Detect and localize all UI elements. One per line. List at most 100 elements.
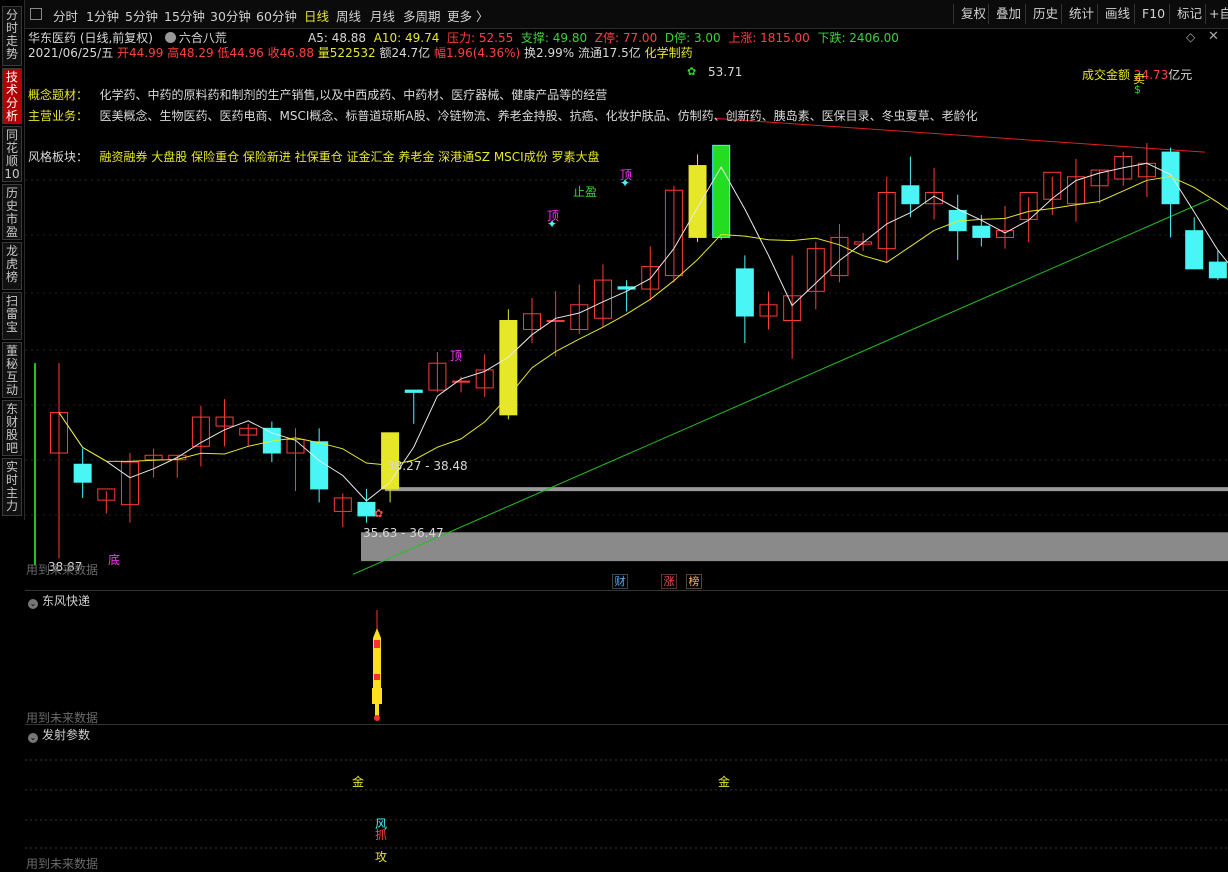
panel2-collapse-icon[interactable]: ⌄ — [28, 599, 38, 609]
event-finance-badge[interactable]: 财 — [612, 574, 628, 589]
d-stop-value: D停: 3.00 — [664, 31, 721, 45]
quote-row: 2021/06/25/五 开44.99 高48.29 低44.96 收46.88… — [28, 44, 693, 61]
a5-value: A5: 48.88 — [308, 31, 367, 45]
sidebar-tab-dragon-tiger[interactable]: 龙虎榜 — [2, 242, 22, 290]
quote-date: 2021/06/25/五 — [28, 46, 114, 60]
candle-body — [901, 185, 920, 205]
stock-title: 华东医药 (日线,前复权) — [28, 31, 153, 45]
candle-body — [546, 320, 565, 323]
event-limitup-badge[interactable]: 涨 — [661, 574, 677, 589]
candle-body — [499, 320, 518, 416]
business-label: 主营业务： — [28, 109, 89, 123]
sidebar-tab-technical[interactable]: 技术分析 — [2, 68, 22, 124]
signal-jin-2: 金 — [718, 775, 731, 789]
candle-body — [1208, 261, 1227, 279]
support-value: 支撑: 49.80 — [520, 31, 588, 45]
amount-unit: 亿元 — [1168, 68, 1193, 82]
amount-label: 成交金额 — [1082, 68, 1131, 82]
sidebar-tab-secretary[interactable]: 董秘互动 — [2, 342, 22, 398]
buy-signal-icon: ✿ — [374, 507, 383, 520]
period-more[interactable]: 更多 〉 — [447, 6, 488, 25]
candle-body — [452, 380, 471, 383]
event-dragon-badge[interactable]: 榜 — [686, 574, 702, 589]
period-1min[interactable]: 1分钟 — [86, 6, 119, 25]
sidebar-tab-main-force[interactable]: 实时主力 — [2, 458, 22, 516]
restore-rights-button[interactable]: 复权 — [953, 4, 993, 24]
trend-line-green — [352, 198, 1211, 575]
panel2-header[interactable]: ⌄ 东风快递 — [28, 592, 90, 609]
signal-gong: 攻 — [375, 850, 388, 864]
top-marker-1: 顶 — [547, 209, 560, 223]
resistance-value: 压力: 52.55 — [447, 31, 514, 45]
period-60min[interactable]: 60分钟 — [256, 6, 297, 25]
future-data-note-3: 用到未来数据 — [26, 857, 99, 871]
mark-button[interactable]: 标记 — [1169, 4, 1209, 24]
period-multi[interactable]: 多周期 — [403, 6, 441, 25]
period-intraday[interactable]: 分时 — [53, 6, 78, 25]
top-signal-icon: ✿ — [687, 65, 696, 78]
quote-float-cap: 流通17.5亿 — [578, 46, 641, 60]
left-sidebar: 分时走势 技术分析 同花顺10 历史市盈 龙虎榜 扫雷宝 董秘互动 东财股吧 实… — [0, 0, 25, 520]
close-icon[interactable]: ✕ — [1208, 29, 1219, 44]
period-monthly[interactable]: 月线 — [370, 6, 395, 25]
signal-zhua: 抓 — [375, 828, 388, 842]
period-5min[interactable]: 5分钟 — [125, 6, 158, 25]
z-stop-value: Z停: 77.00 — [594, 31, 658, 45]
strategy-name[interactable]: 六合八荒 — [179, 31, 227, 45]
candle-body — [73, 463, 92, 483]
overlay-button[interactable]: 叠加 — [988, 4, 1028, 24]
panel-separator-1 — [25, 590, 1228, 591]
quote-low: 低44.96 — [217, 46, 264, 60]
candle-body — [688, 165, 707, 238]
top-marker-2: 顶 — [620, 168, 633, 182]
period-15min[interactable]: 15分钟 — [164, 6, 205, 25]
period-daily[interactable]: 日线 — [304, 6, 329, 25]
sidebar-tab-guba[interactable]: 东财股吧 — [2, 400, 22, 456]
quote-close: 收46.88 — [267, 46, 314, 60]
resistance-zone — [385, 487, 1228, 492]
panel-separator-2 — [25, 724, 1228, 725]
history-button[interactable]: 历史 — [1025, 4, 1065, 24]
strategy-chevron-icon[interactable] — [164, 32, 176, 43]
quote-volume: 量522532 — [317, 46, 376, 60]
quote-high: 高48.29 — [167, 46, 214, 60]
settings-diamond-icon[interactable]: ◇ — [1186, 30, 1195, 44]
stop-profit-label: 止盈 — [573, 185, 598, 199]
add-watchlist-button[interactable]: +自选 — [1205, 4, 1228, 24]
high-price-label: 53.71 — [708, 65, 743, 79]
statistics-button[interactable]: 统计 — [1061, 4, 1101, 24]
f10-button[interactable]: F10 — [1134, 4, 1172, 24]
sidebar-tab-ths10[interactable]: 同花顺10 — [2, 126, 22, 182]
up-count: 上涨: 1815.00 — [728, 31, 810, 45]
concept-label: 概念题材： — [28, 88, 89, 102]
candle-body — [735, 268, 754, 317]
period-weekly[interactable]: 周线 — [336, 6, 361, 25]
sidebar-tab-pe-history[interactable]: 历史市盈 — [2, 184, 22, 240]
sector-text: 融资融券 大盘股 保险重仓 保险新进 社保重仓 证金汇金 养老金 深港通SZ M… — [99, 150, 600, 164]
quote-industry: 化学制药 — [644, 46, 693, 60]
period-30min[interactable]: 30分钟 — [210, 6, 251, 25]
sidebar-tab-realtime[interactable]: 分时走势 — [2, 6, 22, 66]
top-marker-3: 顶 — [450, 349, 463, 363]
candlestick-chart[interactable]: ✦✦✿$✿ — [25, 60, 1228, 590]
draw-line-button[interactable]: 画线 — [1097, 4, 1137, 24]
sidebar-tab-minesweeper[interactable]: 扫雷宝 — [2, 292, 22, 340]
candle-body — [357, 501, 376, 517]
zone-lower-label: 35.63 - 36.47 — [363, 526, 444, 540]
sector-label: 风格板块： — [28, 150, 89, 164]
candle-body — [1185, 230, 1204, 270]
rocket-indicator — [372, 610, 382, 721]
quote-turnover: 换2.99% — [524, 46, 575, 60]
toolbar-checkbox[interactable] — [30, 8, 42, 20]
ma-long-line — [58, 175, 1228, 466]
concept-row: 概念题材： 化学药、中药的原料药和制剂的生产销售,以及中西成药、中药材、医疗器械… — [28, 86, 607, 103]
a10-value: A10: 49.74 — [373, 31, 440, 45]
panel3-grid — [25, 759, 1228, 849]
business-row: 主营业务： 医美概念、生物医药、医药电商、MSCI概念、标普道琼斯A股、冷链物流… — [28, 107, 978, 124]
candle-body — [712, 144, 731, 238]
bottom-marker: 底 — [108, 553, 121, 567]
support-zone — [361, 532, 1228, 562]
candle-body — [972, 225, 991, 238]
candle-body — [404, 389, 423, 393]
top-toolbar: 分时 1分钟 5分钟 15分钟 30分钟 60分钟 日线 周线 月线 多周期 更… — [25, 0, 1228, 29]
